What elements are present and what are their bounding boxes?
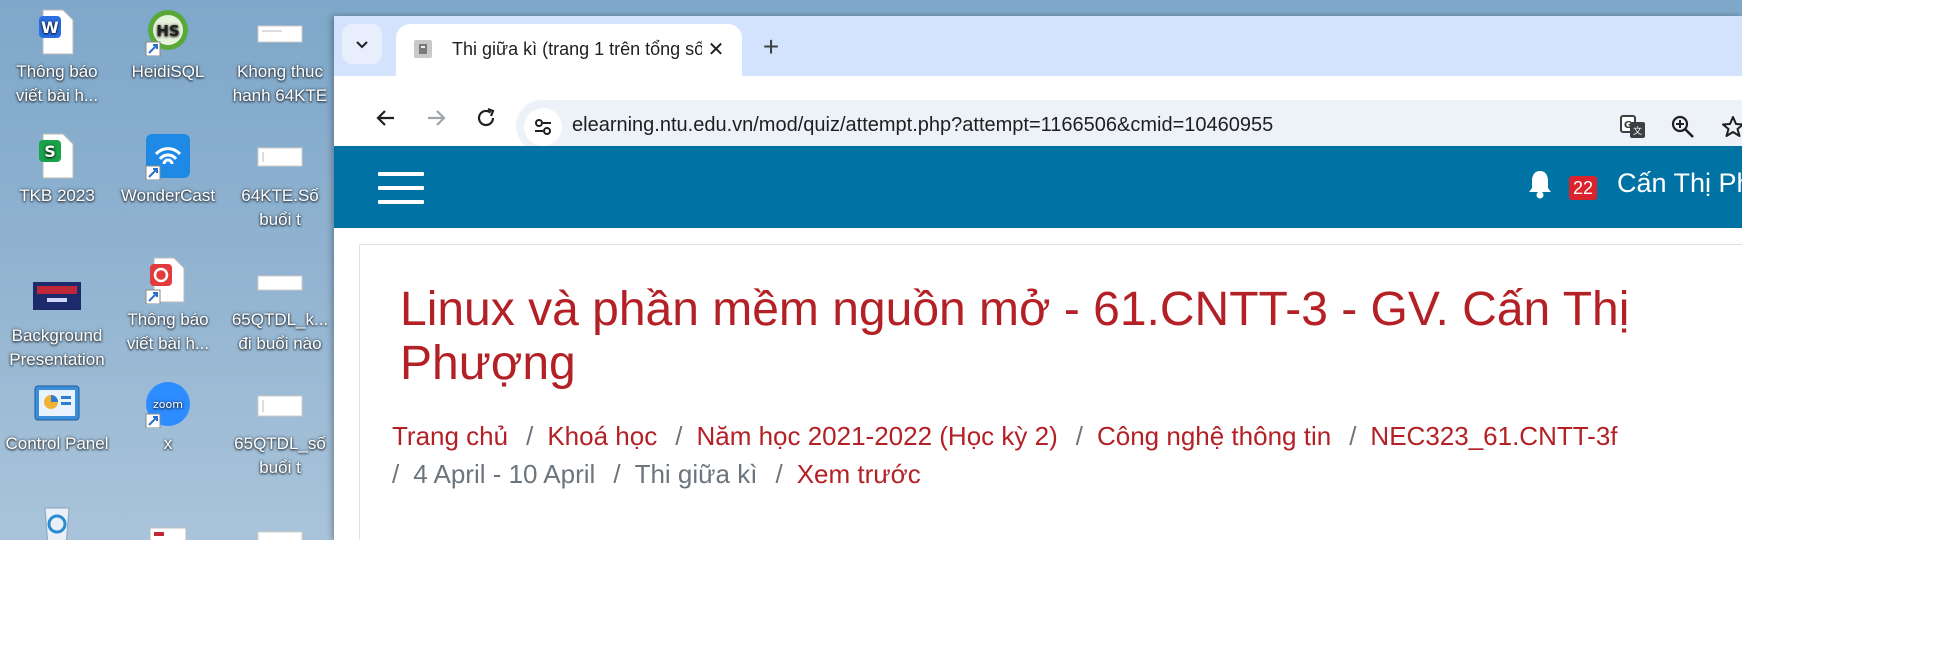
translate-button[interactable]: G文: [1616, 110, 1650, 144]
desktop-icon-file[interactable]: [113, 524, 223, 540]
breadcrumb-separator: /: [1075, 421, 1083, 451]
url-text[interactable]: elearning.ntu.edu.vn/mod/quiz/attempt.ph…: [572, 114, 1273, 137]
breadcrumb-item: Thi giữa kì: [634, 459, 758, 489]
forward-button[interactable]: [416, 98, 456, 138]
notification-count-badge: 22: [1569, 176, 1598, 200]
desktop-icon-label: Background Presentation: [9, 326, 105, 369]
menu-icon[interactable]: [378, 172, 424, 206]
document-file-icon: [256, 132, 304, 180]
desktop-icon-thong-bao-pdf[interactable]: Thông báo viết bài h...: [113, 256, 223, 356]
desktop: W Thông báo viết bài h... S TKB 2023 Bac…: [0, 0, 1742, 540]
plus-icon: +: [762, 31, 780, 62]
breadcrumb-item[interactable]: Công nghệ thông tin: [1097, 421, 1331, 451]
desktop-icon-control-panel[interactable]: Control Panel: [2, 380, 112, 456]
desktop-icon-label: Thông báo viết bài h...: [15, 62, 99, 105]
desktop-icon-file[interactable]: [225, 516, 335, 540]
desktop-icon-label: 65QTDL_k... đi buổi nào: [231, 310, 329, 353]
breadcrumb-separator: /: [392, 459, 400, 489]
reload-icon: [475, 107, 497, 129]
presentation-file-icon: [33, 272, 81, 320]
document-file-icon: [256, 256, 304, 304]
back-button[interactable]: [366, 98, 406, 138]
desktop-icon-label: 65QTDL_số buổi t: [234, 434, 326, 477]
site-navbar: 22 Cấn Thị Phượng: [334, 146, 1742, 228]
bell-icon[interactable]: [1526, 168, 1554, 202]
desktop-icon-label: x: [163, 434, 173, 453]
site-info-button[interactable]: [524, 108, 562, 146]
arrow-left-icon: [375, 107, 397, 129]
wps-pdf-icon: [144, 256, 192, 304]
address-bar[interactable]: elearning.ntu.edu.vn/mod/quiz/attempt.ph…: [516, 100, 1742, 152]
desktop-icon-recycle-bin[interactable]: [2, 500, 112, 540]
desktop-icon-label: Control Panel: [5, 434, 109, 453]
tab-title: Thi giữa kì (trang 1 trên tổng số: [452, 39, 702, 59]
star-icon: [1721, 115, 1742, 139]
breadcrumb: Trang chủ / Khoá học / Năm học 2021-2022 (Họ…: [392, 417, 1742, 493]
breadcrumb-separator: /: [675, 421, 683, 451]
desktop-icon-tkb-2023[interactable]: S TKB 2023: [2, 132, 112, 208]
page-title: Linux và phần mềm nguồn mở - 61.CNTT-3 -…: [400, 283, 1630, 390]
control-panel-icon: [33, 380, 81, 428]
zoom-button[interactable]: [1666, 110, 1700, 144]
breadcrumb-separator: /: [1349, 421, 1357, 451]
svg-text:S: S: [44, 142, 56, 161]
desktop-icon-thong-bao-doc[interactable]: W Thông báo viết bài h...: [2, 8, 112, 108]
document-file-icon: [256, 8, 304, 56]
desktop-icon-wondercast[interactable]: WonderCast: [113, 132, 223, 208]
desktop-icon-label: Thông báo viết bài h...: [126, 310, 210, 353]
breadcrumb-item[interactable]: Trang chủ: [392, 421, 508, 451]
document-file-icon: [256, 380, 304, 428]
user-menu[interactable]: Cấn Thị Phượng: [1617, 168, 1742, 199]
svg-text:HS: HS: [156, 22, 179, 40]
breadcrumb-item[interactable]: Xem trước: [797, 459, 921, 489]
desktop-icon-65qtdl-k[interactable]: 65QTDL_k... đi buổi nào: [225, 256, 335, 356]
desktop-icon-64kte[interactable]: 64KTE.Số buổi t: [225, 132, 335, 232]
desktop-icon-label: 64KTE.Số buổi t: [241, 186, 319, 229]
tab-strip: Thi giữa kì (trang 1 trên tổng số ✕ +: [334, 16, 1742, 76]
page-header-card: Linux và phần mềm nguồn mở - 61.CNTT-3 -…: [359, 244, 1742, 540]
desktop-icon-background-presentation[interactable]: Background Presentation: [2, 272, 112, 372]
svg-text:zoom: zoom: [153, 398, 183, 411]
tune-icon: [533, 117, 553, 137]
zoom-in-icon: [1671, 115, 1695, 139]
breadcrumb-separator: /: [526, 421, 534, 451]
desktop-icon-label: TKB 2023: [19, 186, 95, 205]
document-file-icon: [144, 524, 192, 540]
bookmark-button[interactable]: [1716, 110, 1742, 144]
recycle-bin-icon: [33, 500, 81, 540]
document-file-icon: [256, 516, 304, 540]
wps-spreadsheet-icon: S: [33, 132, 81, 180]
heidisql-icon: HS: [144, 8, 192, 56]
arrow-right-icon: [425, 107, 447, 129]
breadcrumb-item[interactable]: Khoá học: [547, 421, 657, 451]
desktop-icon-khong-thuc-hanh[interactable]: Khong thuc hanh 64KTE: [225, 8, 335, 108]
svg-text:W: W: [41, 18, 59, 37]
breadcrumb-separator: /: [775, 459, 783, 489]
breadcrumb-item: 4 April - 10 April: [413, 459, 596, 489]
tab-search-button[interactable]: [342, 24, 382, 64]
close-icon[interactable]: ✕: [702, 35, 730, 63]
new-tab-button[interactable]: +: [754, 30, 788, 64]
translate-icon: G文: [1620, 115, 1646, 139]
desktop-icon-label: Khong thuc hanh 64KTE: [232, 62, 328, 105]
chevron-down-icon: [354, 36, 370, 52]
desktop-icon-label: HeidiSQL: [131, 62, 205, 81]
browser-window: Thi giữa kì (trang 1 trên tổng số ✕ + el…: [334, 16, 1742, 540]
breadcrumb-item[interactable]: Năm học 2021-2022 (Học kỳ 2): [696, 421, 1057, 451]
wondercast-icon: [144, 132, 192, 180]
page-favicon-icon: [412, 38, 434, 60]
svg-text:文: 文: [1633, 125, 1642, 137]
desktop-icon-65qtdl-so[interactable]: 65QTDL_số buổi t: [225, 380, 335, 480]
wps-writer-icon: W: [33, 8, 81, 56]
tab-active[interactable]: Thi giữa kì (trang 1 trên tổng số ✕: [396, 24, 742, 76]
desktop-icon-label: WonderCast: [120, 186, 216, 205]
desktop-icon-heidisql[interactable]: HS HeidiSQL: [113, 8, 223, 84]
breadcrumb-separator: /: [613, 459, 621, 489]
breadcrumb-item[interactable]: NEC323_61.CNTT-3f: [1370, 421, 1617, 451]
reload-button[interactable]: [466, 98, 506, 138]
desktop-icon-zoom[interactable]: zoom x: [113, 380, 223, 456]
zoom-icon: zoom: [144, 380, 192, 428]
